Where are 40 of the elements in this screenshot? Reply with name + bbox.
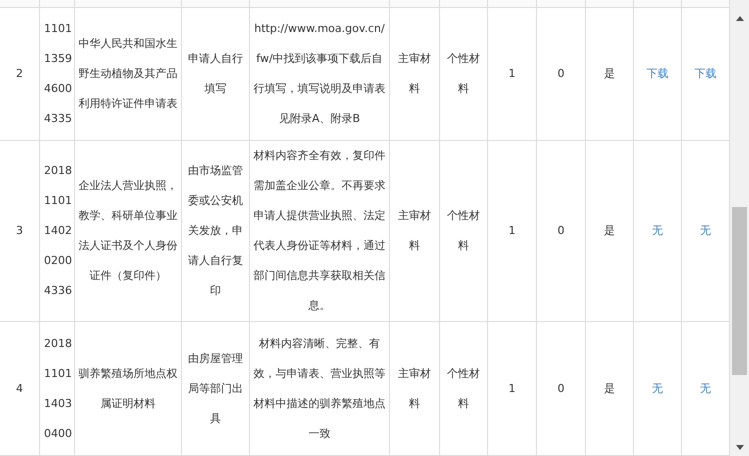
material-requirement: http://www.moa.gov.cn/fw/中找到该事项下载后自行填写，填写说明及申请表见附录A、附录B [252,21,386,127]
table-cell-text: 1 [508,380,516,396]
table-cell-text: 是 [604,66,615,82]
table-cell-text: 个性材料 [446,208,480,254]
item-code: 2018110114030400 [44,336,73,442]
link[interactable]: 下载 [694,59,716,89]
row-number: 4 [16,380,23,396]
table-cell-text: 1 [508,66,516,82]
material-requirement: 材料内容清晰、完整、有效，与申请表、营业执照等材料中描述的驯养繁殖地点一致 [252,336,386,442]
table-cell-text: 1 [508,223,516,239]
material-name: 企业法人营业执照，教学、科研单位事业法人证书及个人身份证件（复印件） [78,178,178,284]
table-cell-text: 0 [558,380,564,396]
table-cell-text: 0 [558,223,564,239]
link[interactable]: 下载 [646,59,668,89]
row-number: 3 [16,223,23,239]
item-code: 1101135946004335 [44,21,73,127]
material-name: 中华人民共和国水生野生动植物及其产品利用特许证件申请表 [78,36,178,112]
material-requirement: 材料内容齐全有效，复印件需加盖企业公章。不再要求申请人提供营业执照、法定代表人身份证等材料，通过部门间信息共享获取相关信息。 [252,148,386,314]
table-cell-text: 个性材料 [446,366,480,412]
table-cell-text: 是 [604,380,615,396]
table-cell-text: 主审材料 [398,208,432,254]
table-cell-text: 主审材料 [398,51,432,97]
material-source: 由房屋管理局等部门出具 [188,350,244,426]
link[interactable]: 无 [652,374,663,404]
link[interactable]: 无 [652,216,663,246]
table-cell-text: 0 [558,66,564,82]
scrollbar-thumb[interactable] [732,207,747,375]
table-cell-text: 个性材料 [446,51,480,97]
table-cell-text: 主审材料 [398,366,432,412]
link[interactable]: 无 [700,374,711,404]
table-cell-text: 是 [604,223,615,239]
material-source: 申请人自行填写 [188,51,244,97]
material-source: 由市场监管委或公安机关发放，申请人自行复印 [188,163,244,299]
scroll-down-icon[interactable] [736,445,744,450]
scrollbar[interactable] [730,0,749,456]
link[interactable]: 无 [700,216,711,246]
material-name: 驯养繁殖场所地点权属证明材料 [78,366,178,412]
item-code: 20181101140202004336 [44,163,73,299]
row-number: 2 [16,66,23,82]
scroll-up-icon[interactable] [736,16,744,21]
